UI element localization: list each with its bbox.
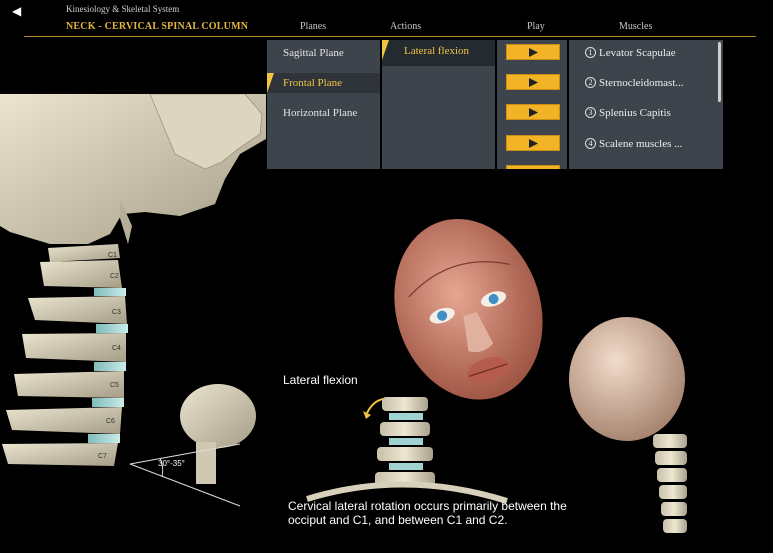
play-button-3[interactable] <box>506 104 560 120</box>
muscle-label: Sternocleidomast... <box>599 77 684 89</box>
vertebra-label-c5: C5 <box>110 382 119 389</box>
muscle-label: Splenius Capitis <box>599 107 671 119</box>
number-badge: 3 <box>585 107 596 118</box>
cervical-spine-anterior <box>306 397 508 504</box>
disc-c2-c3 <box>94 288 126 296</box>
head-spine-illustration <box>306 218 687 533</box>
muscle-item[interactable]: 1 Levator Scapulae <box>585 47 676 59</box>
vertebra-c5 <box>14 371 124 398</box>
number-badge: 1 <box>585 47 596 58</box>
disc-c3-c4 <box>96 324 128 333</box>
vertebra-label-c1: C1 <box>108 252 117 259</box>
vertebra-label-c6: C6 <box>106 418 115 425</box>
lateral-flexion-label: Lateral flexion <box>283 373 358 387</box>
lateral-spine-view: C1 C2 C3 C4 C5 C6 C7 30°-35° <box>0 94 266 553</box>
plane-sagittal[interactable]: Sagittal Plane <box>267 43 380 63</box>
vertebra-label-c3: C3 <box>112 309 121 316</box>
play-button-4[interactable] <box>506 135 560 151</box>
play-icon <box>529 108 538 117</box>
vertebra-c6 <box>6 407 122 434</box>
curved-arrow-icon <box>366 398 384 414</box>
description-caption: Cervical lateral rotation occurs primari… <box>288 499 567 527</box>
muscle-item[interactable]: 4 Scalene muscles ... <box>585 138 682 150</box>
header-divider <box>24 36 756 37</box>
plane-frontal[interactable]: Frontal Plane <box>267 73 380 93</box>
muscles-list: 1 Levator Scapulae 2 Sternocleidomast... 3… <box>569 40 723 169</box>
play-icon <box>529 139 538 148</box>
actions-list: Lateral flexion <box>382 40 495 169</box>
muscles-scrollbar[interactable] <box>718 42 721 102</box>
vertebra-label-c7: C7 <box>98 453 107 460</box>
back-arrow-icon[interactable]: ◀ <box>12 4 21 18</box>
planes-header[interactable]: Planes <box>300 21 326 32</box>
app-title: Kinesiology & Skeletal System <box>66 4 180 14</box>
muscle-item[interactable]: 2 Sternocleidomast... <box>585 77 684 89</box>
plane-horizontal[interactable]: Horizontal Plane <box>267 103 380 123</box>
planes-list: Sagittal Plane Frontal Plane Horizontal … <box>267 40 380 169</box>
navigation-menu: Sagittal Plane Frontal Plane Horizontal … <box>267 40 723 169</box>
muscle-label: Scalene muscles ... <box>599 138 683 150</box>
vertebra-label-c4: C4 <box>112 345 121 352</box>
vertebra-label-c2: C2 <box>110 273 119 280</box>
disc-c6-c7 <box>88 434 120 443</box>
top-header: ◀ Kinesiology & Skeletal System NECK - C… <box>0 0 773 38</box>
disc-c5-c6 <box>92 398 124 407</box>
number-badge: 4 <box>585 138 596 149</box>
actions-header[interactable]: Actions <box>390 21 421 32</box>
muscle-head <box>394 218 543 400</box>
play-button-2[interactable] <box>506 74 560 90</box>
anterior-head-view: Lateral flexion Cervical lateral rotatio… <box>267 169 773 553</box>
section-title: NECK - CERVICAL SPINAL COLUMN <box>66 21 249 32</box>
muscle-label: Levator Scapulae <box>599 47 676 59</box>
play-button-1[interactable] <box>506 44 560 60</box>
spine-illustration: C1 C2 C3 C4 C5 C6 C7 30°-35° <box>0 94 266 507</box>
vertebra-c4 <box>22 333 126 362</box>
play-list <box>497 40 567 169</box>
muscle-item[interactable]: 3 Splenius Capitis <box>585 107 671 119</box>
muscles-header[interactable]: Muscles <box>619 21 652 32</box>
number-badge: 2 <box>585 77 596 88</box>
action-lateral-flexion[interactable]: Lateral flexion <box>382 40 495 66</box>
disc-c4-c5 <box>94 362 126 371</box>
angle-label: 30°-35° <box>158 459 185 468</box>
small-skull-angle-figure: 30°-35° <box>129 384 256 507</box>
play-header[interactable]: Play <box>527 21 545 32</box>
play-icon <box>529 48 538 57</box>
play-icon <box>529 78 538 87</box>
